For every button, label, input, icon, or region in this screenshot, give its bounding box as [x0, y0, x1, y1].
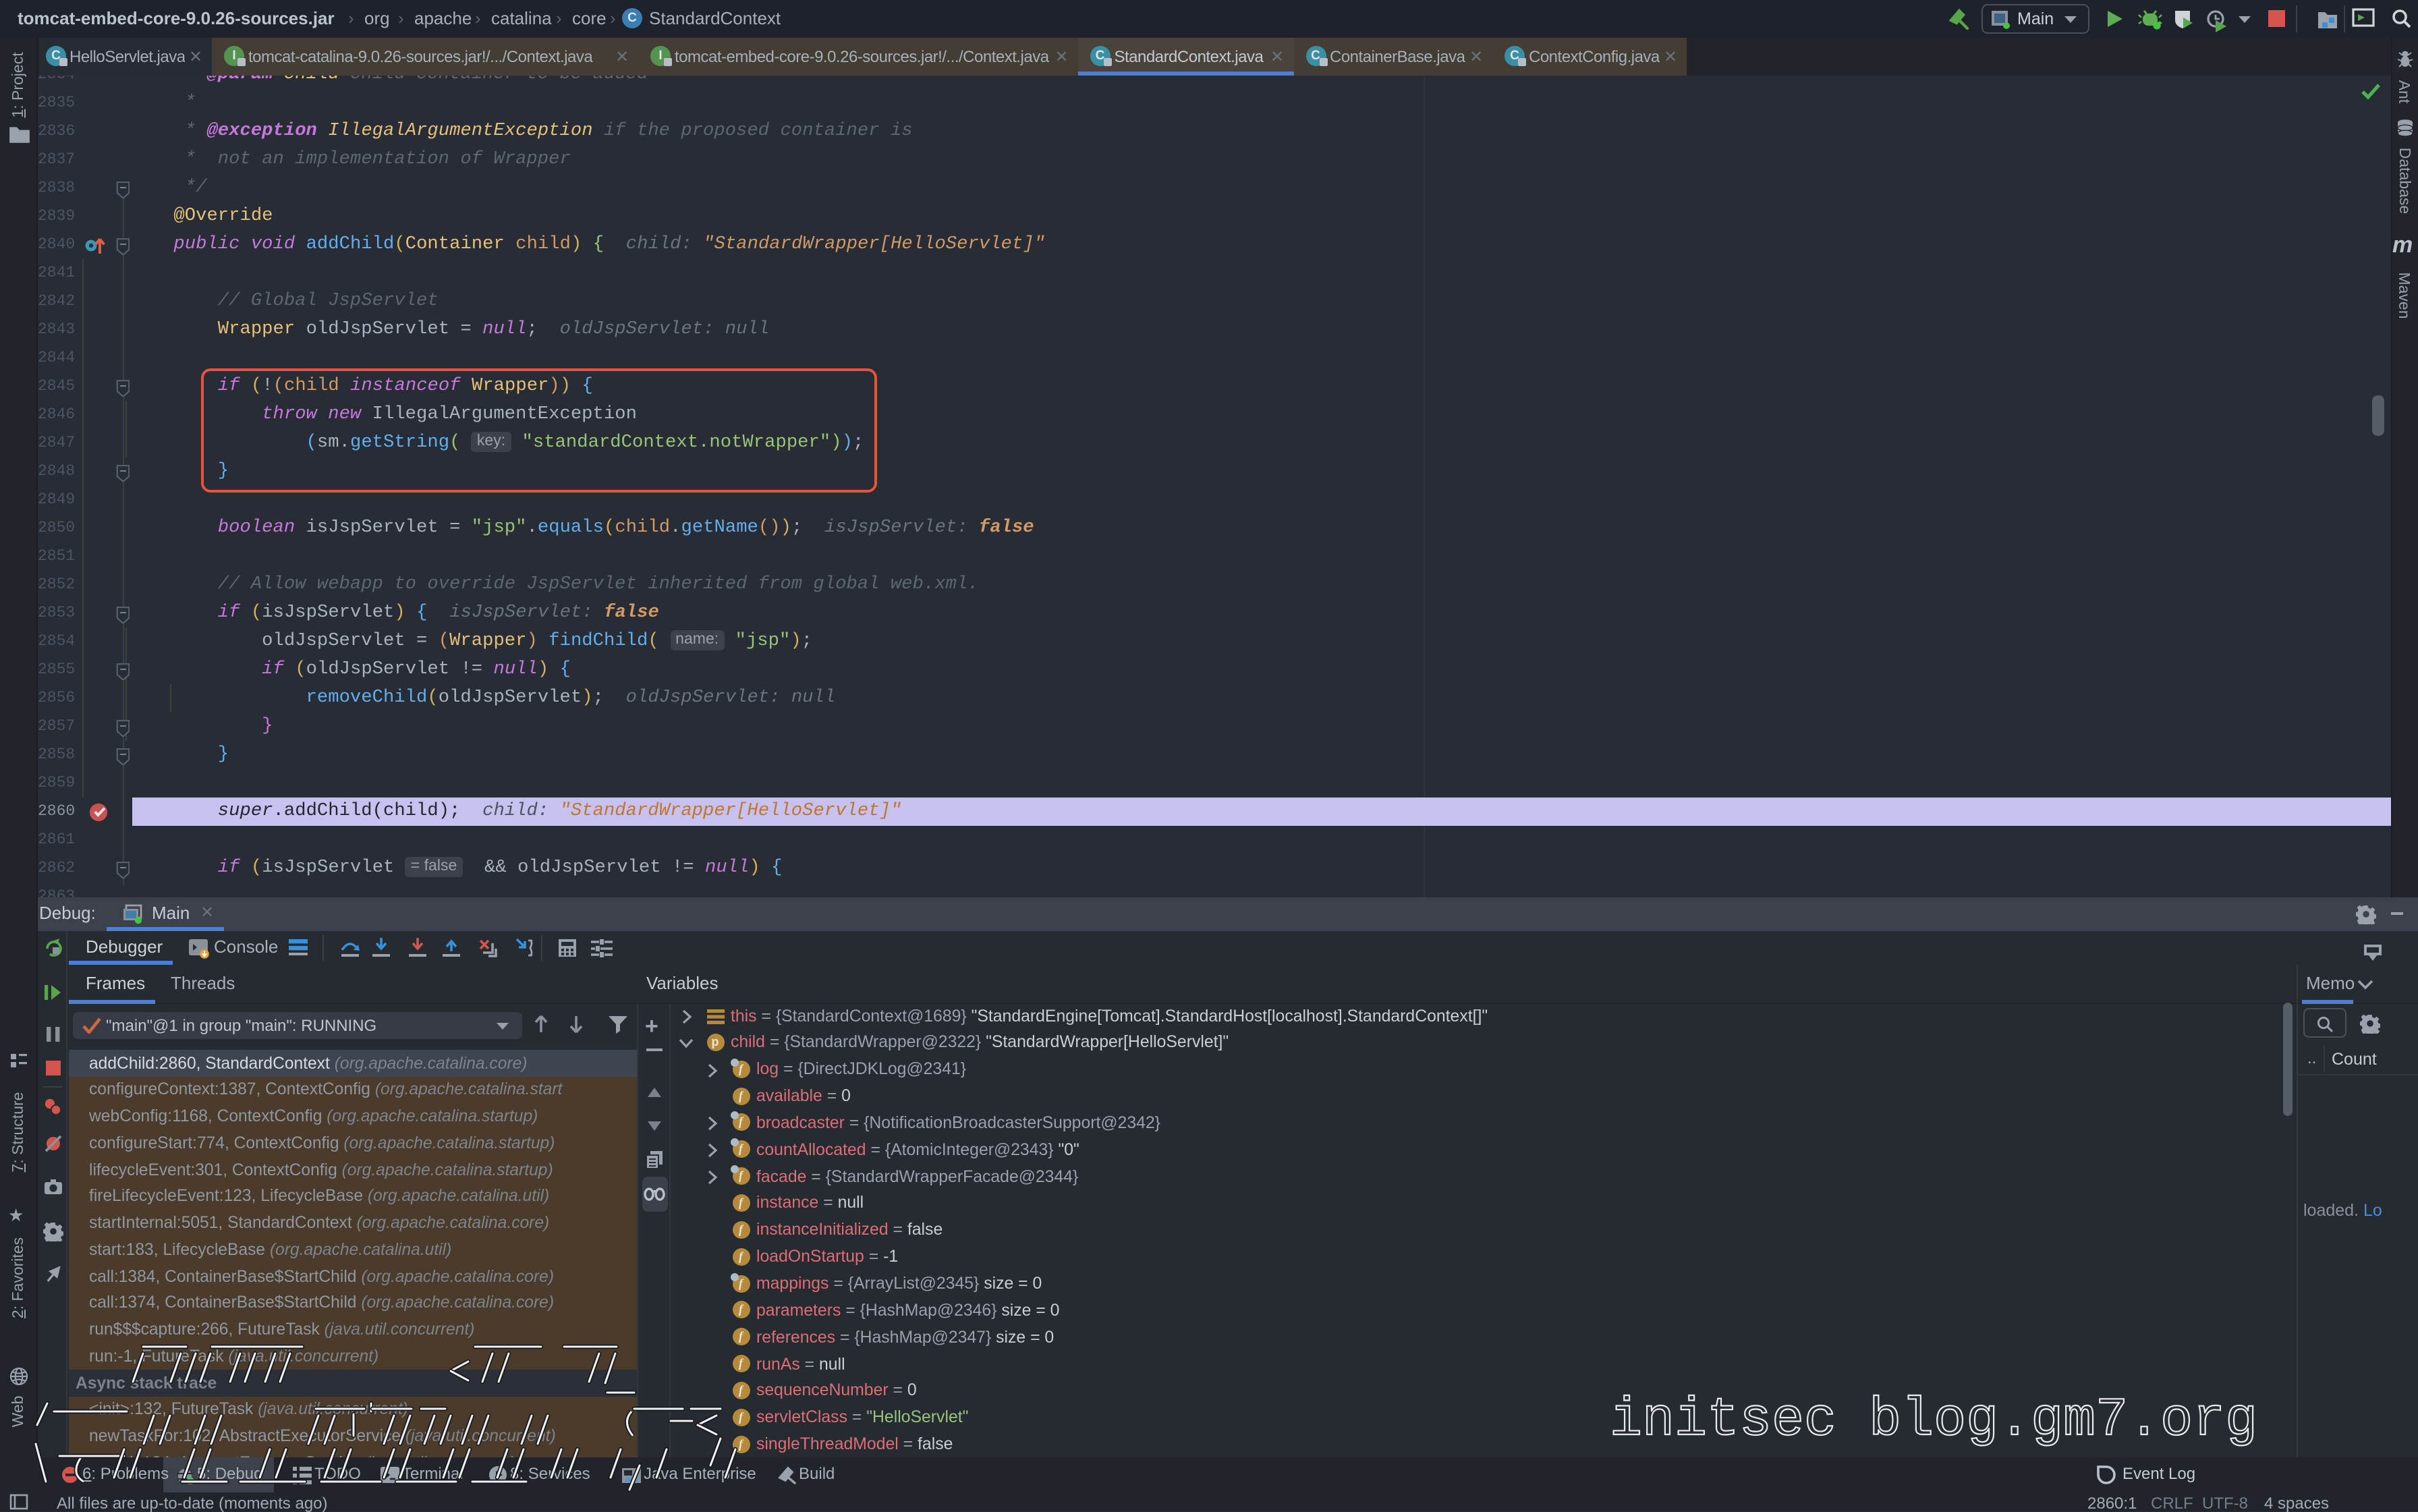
svg-text:Main: Main — [2017, 9, 2054, 28]
